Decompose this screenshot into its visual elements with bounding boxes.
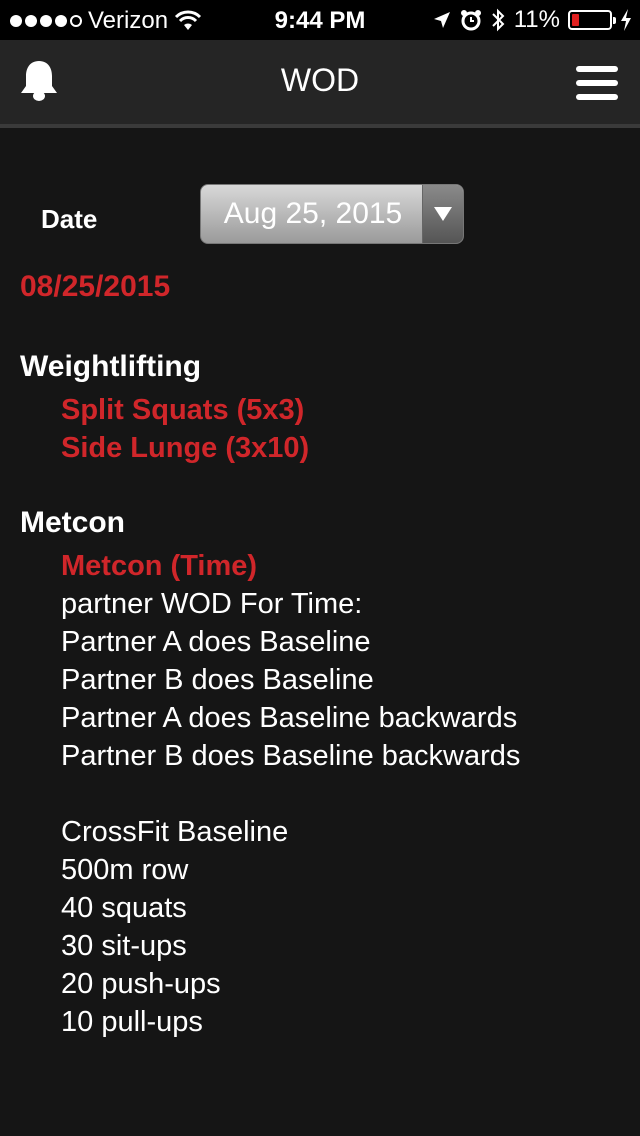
hamburger-menu-icon[interactable] xyxy=(576,66,618,102)
metcon-line: 500m row xyxy=(61,854,189,886)
list-item[interactable]: Split Squats (5x3) xyxy=(61,391,304,429)
date-picker[interactable]: Aug 25, 2015 xyxy=(200,184,464,244)
metcon-line: Partner B does Baseline xyxy=(61,664,374,696)
page-title: WOD xyxy=(280,62,360,98)
metcon-line: Partner A does Baseline xyxy=(61,626,371,658)
status-bar: Verizon 9:44 PM 11% xyxy=(0,0,640,40)
chevron-down-icon[interactable] xyxy=(422,185,463,243)
date-picker-value: Aug 25, 2015 xyxy=(223,197,403,230)
location-arrow-icon xyxy=(433,12,450,28)
metcon-line: 30 sit-ups xyxy=(61,930,187,962)
metcon-line: 20 push-ups xyxy=(61,968,221,1000)
metcon-line: Partner A does Baseline backwards xyxy=(61,702,518,734)
alarm-icon xyxy=(460,10,481,31)
charging-bolt-icon xyxy=(621,9,631,31)
wod-date: 08/25/2015 xyxy=(20,270,171,303)
section-title-metcon: Metcon xyxy=(20,506,125,539)
date-label: Date xyxy=(41,204,98,234)
metcon-line: Partner B does Baseline backwards xyxy=(61,740,521,772)
metcon-line: partner WOD For Time: xyxy=(61,588,363,620)
navigation-bar: WOD xyxy=(0,40,640,128)
metcon-subtitle[interactable]: Metcon (Time) xyxy=(61,547,257,585)
metcon-line: CrossFit Baseline xyxy=(61,816,289,848)
metcon-line: 40 squats xyxy=(61,892,187,924)
battery-icon xyxy=(568,10,616,30)
battery-percent: 11% xyxy=(513,6,560,33)
metcon-line: 10 pull-ups xyxy=(61,1006,203,1038)
section-title-weightlifting: Weightlifting xyxy=(20,350,202,383)
bluetooth-icon xyxy=(492,8,505,32)
list-item[interactable]: Side Lunge (3x10) xyxy=(61,429,309,467)
